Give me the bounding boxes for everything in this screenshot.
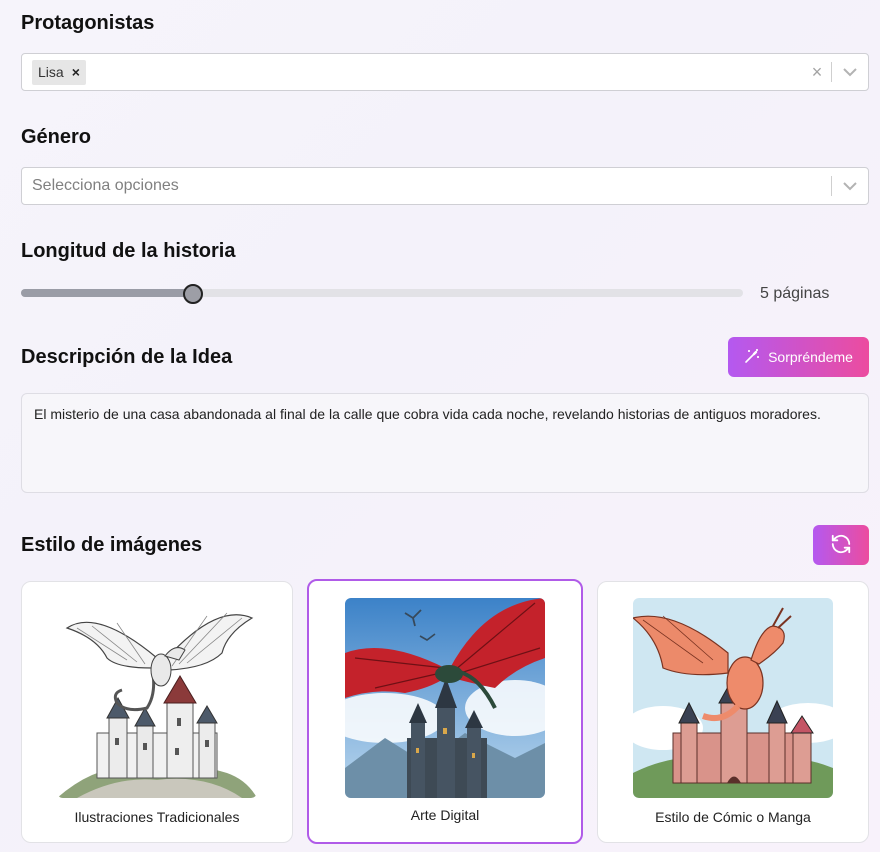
magic-wand-icon	[744, 348, 760, 367]
idea-textarea[interactable]: El misterio de una casa abandonada al fi…	[21, 393, 869, 493]
idea-title: Descripción de la Idea	[21, 346, 233, 368]
style-card-label: Ilustraciones Tradicionales	[74, 809, 240, 825]
chip-remove-icon[interactable]: ×	[72, 65, 80, 79]
style-card-label: Estilo de Cómic o Manga	[655, 809, 811, 825]
comic-dragon-image	[633, 598, 833, 798]
clear-icon[interactable]: ×	[803, 62, 831, 83]
style-title: Estilo de imágenes	[21, 534, 203, 556]
style-card-traditional[interactable]: Ilustraciones Tradicionales	[21, 581, 293, 843]
style-card-digital[interactable]: Arte Digital	[307, 579, 583, 844]
genre-title: Género	[21, 126, 92, 148]
digital-dragon-image	[345, 598, 545, 798]
length-value: 5 páginas	[760, 285, 830, 302]
protagonist-chip-label: Lisa	[38, 64, 64, 80]
style-card-label: Arte Digital	[410, 807, 480, 823]
surprise-button[interactable]: Sorpréndeme	[728, 337, 869, 377]
traditional-dragon-image	[57, 598, 257, 798]
surprise-button-label: Sorpréndeme	[768, 349, 853, 365]
protagonists-select[interactable]: Lisa × ×	[21, 53, 869, 91]
length-slider-thumb[interactable]	[182, 284, 203, 304]
protagonist-chip: Lisa ×	[32, 59, 86, 85]
chevron-down-icon[interactable]	[832, 67, 868, 77]
length-title: Longitud de la historia	[21, 240, 236, 262]
refresh-button[interactable]	[813, 525, 869, 565]
chevron-down-icon[interactable]	[832, 181, 868, 191]
genre-placeholder: Selecciona opciones	[32, 177, 179, 194]
refresh-icon	[830, 533, 852, 558]
style-card-comic[interactable]: Estilo de Cómic o Manga	[597, 581, 869, 843]
genre-select[interactable]: Selecciona opciones	[21, 167, 869, 205]
protagonists-title: Protagonistas	[21, 12, 155, 34]
length-slider-fill	[21, 289, 193, 297]
length-slider-track[interactable]	[21, 289, 743, 297]
